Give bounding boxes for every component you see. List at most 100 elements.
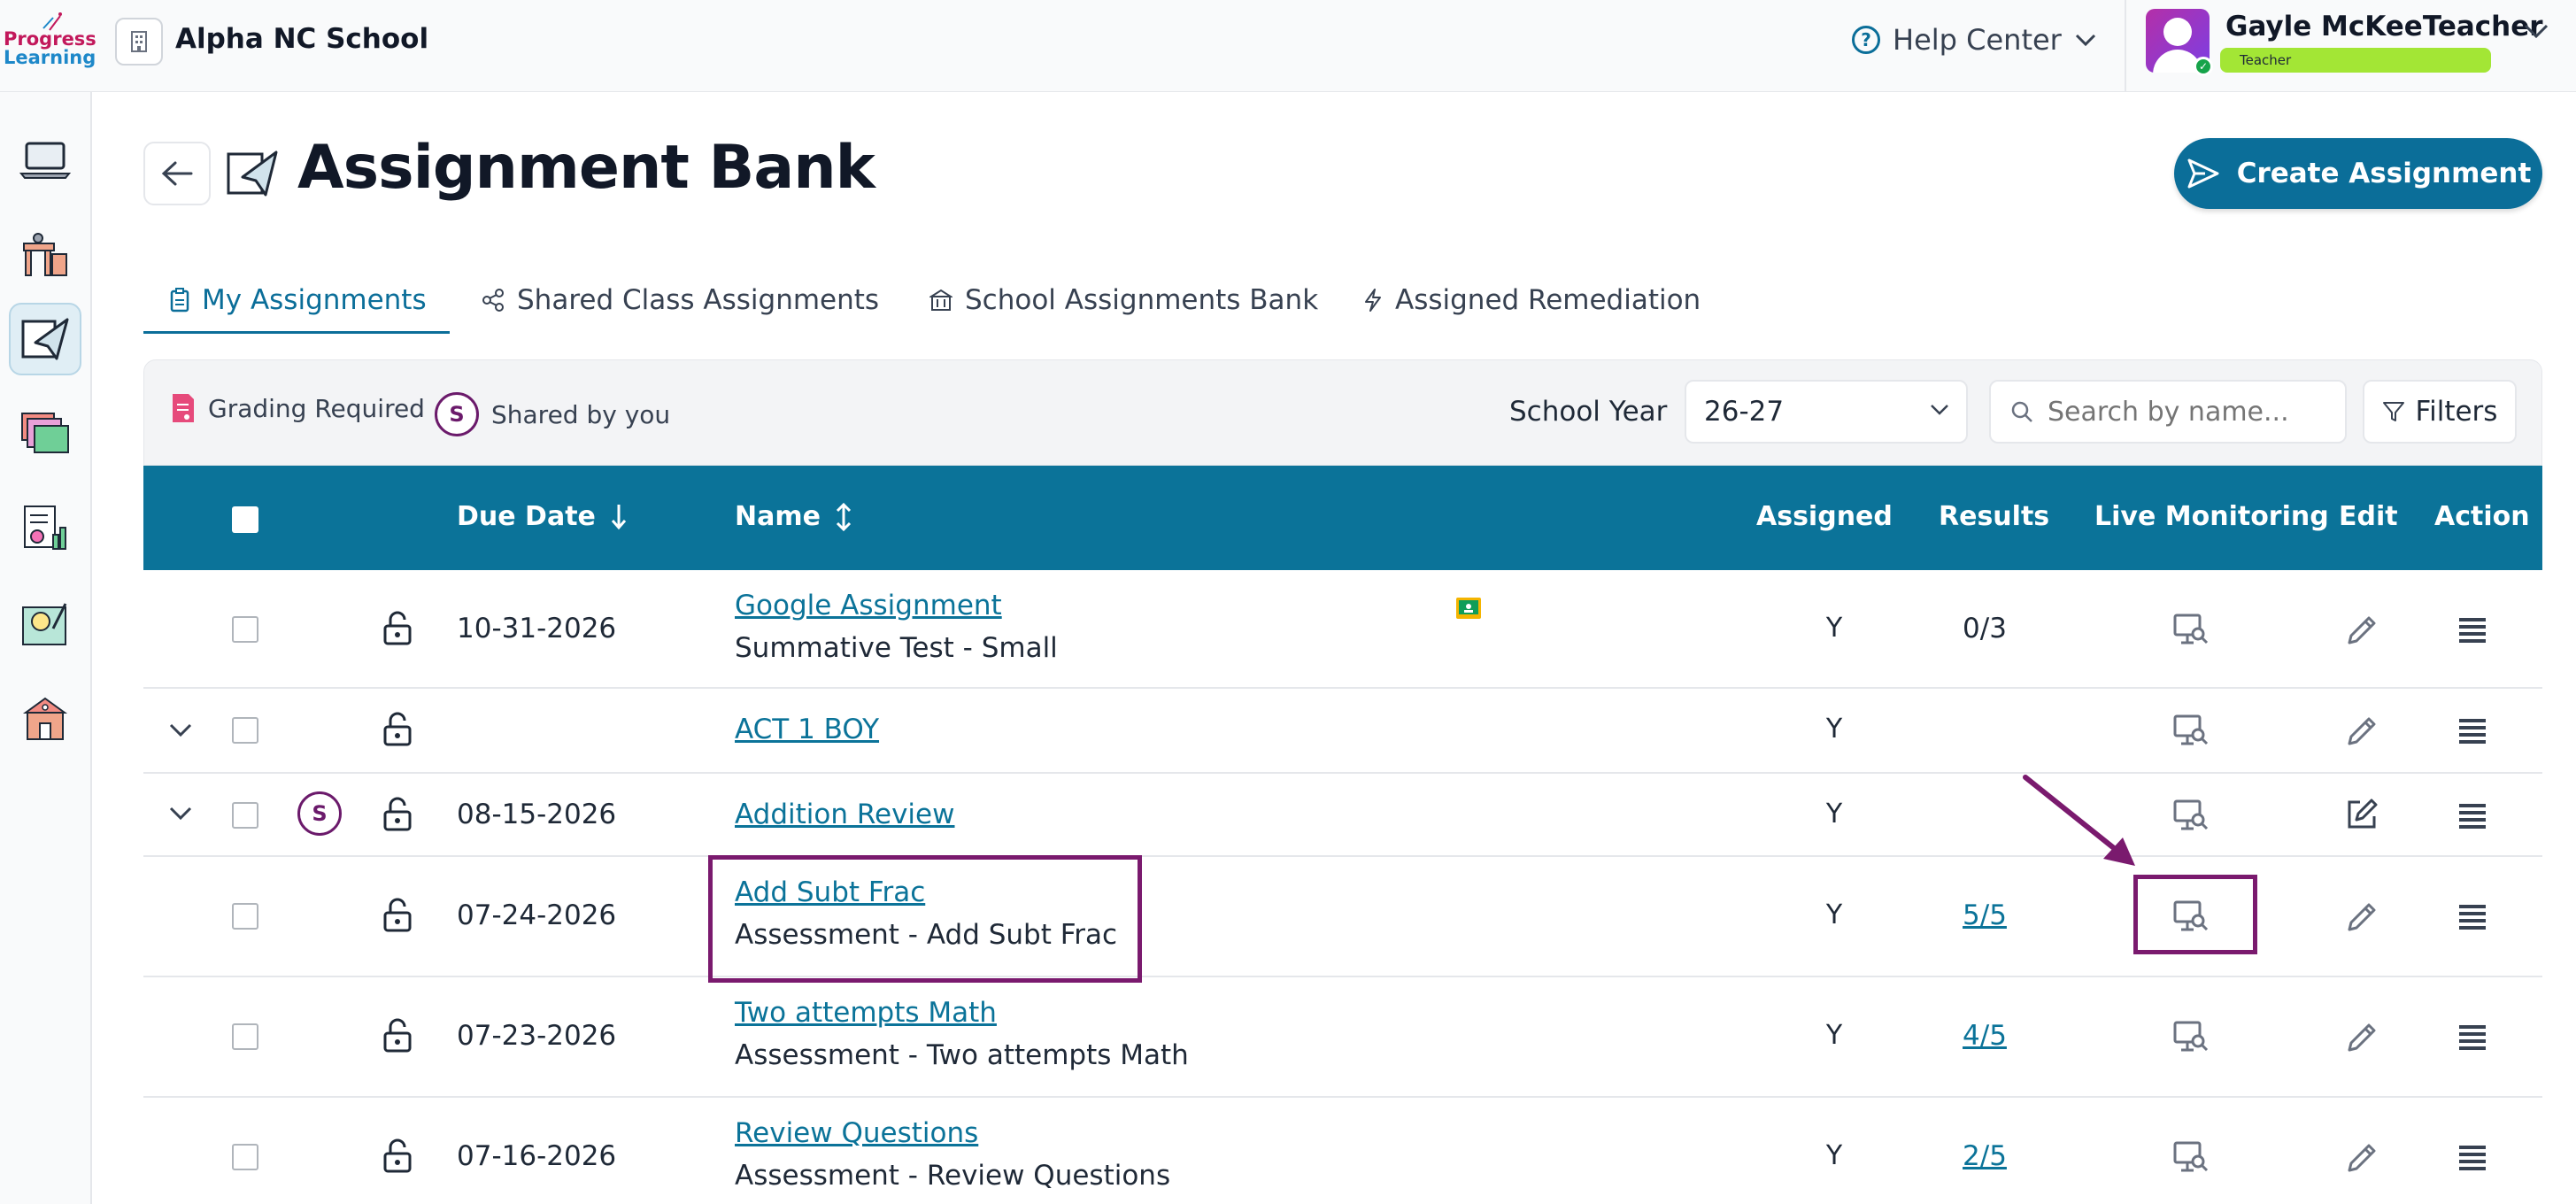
live-monitoring-icon[interactable] (2172, 1140, 2210, 1174)
table-row: 07-23-2026 Two attempts Math Assessment … (143, 977, 2542, 1098)
results-link[interactable]: 5/5 (1932, 899, 2038, 931)
action-column-header: Action (2434, 501, 2530, 532)
unlock-icon[interactable] (382, 1138, 413, 1174)
action-menu-icon[interactable] (2457, 901, 2487, 931)
edit-square-icon[interactable] (2344, 797, 2379, 832)
grading-required-label: Grading Required (208, 393, 425, 423)
tab-label: Assigned Remediation (1395, 284, 1701, 316)
unlock-icon[interactable] (382, 611, 413, 646)
assignment-name-link[interactable]: Review Questions (735, 1117, 978, 1149)
pencil-icon[interactable] (2344, 714, 2379, 749)
tab-school-assignments-bank[interactable]: School Assignments Bank (929, 266, 1318, 335)
action-menu-icon[interactable] (2457, 1142, 2487, 1172)
row-checkbox[interactable] (232, 802, 258, 829)
sidebar (0, 92, 92, 1204)
create-assignment-button[interactable]: Create Assignment (2174, 138, 2542, 209)
assignment-name-link[interactable]: ACT 1 BOY (735, 714, 879, 745)
divider (2125, 0, 2126, 92)
row-checkbox[interactable] (232, 616, 258, 643)
chevron-down-icon[interactable] (168, 806, 193, 822)
pencil-icon[interactable] (2344, 613, 2379, 648)
assigned-value: Y (1825, 899, 1843, 930)
due-date-column-header[interactable]: Due Date (457, 501, 628, 532)
unlock-icon[interactable] (382, 712, 413, 747)
school-building-icon[interactable] (115, 18, 163, 66)
assignment-name-link[interactable]: Two attempts Math (735, 997, 997, 1029)
tab-label: Shared Class Assignments (517, 284, 880, 316)
reports-chart-icon[interactable] (9, 492, 81, 565)
row-checkbox[interactable] (232, 1144, 258, 1170)
role-badge: Teacher (2220, 48, 2491, 73)
assigned-value: Y (1825, 1020, 1843, 1051)
live-monitoring-highlight-box (2133, 875, 2257, 954)
assignment-subtitle: Assessment - Two attempts Math (735, 1039, 1189, 1071)
funnel-icon (2382, 402, 2404, 421)
assignment-name-link[interactable]: Addition Review (735, 799, 954, 830)
tab-assigned-remediation[interactable]: Assigned Remediation (1363, 266, 1701, 335)
action-menu-icon[interactable] (2457, 1022, 2487, 1052)
clipboard-icon (170, 288, 189, 313)
school-year-select[interactable]: 26-27 (1685, 380, 1968, 444)
arrow-left-icon (161, 161, 193, 186)
user-menu-chevron-icon[interactable] (2523, 23, 2549, 39)
lesson-ideas-icon[interactable] (9, 588, 81, 660)
user-name[interactable]: Gayle McKeeTeacher (2225, 11, 2543, 42)
lightning-icon (1365, 289, 1381, 312)
laptop-icon[interactable] (9, 124, 81, 197)
row-checkbox[interactable] (232, 903, 258, 930)
assignments-paper-plane-icon[interactable] (9, 303, 81, 375)
assigned-value: Y (1825, 1140, 1843, 1171)
pencil-icon[interactable] (2344, 1140, 2379, 1176)
row-checkbox[interactable] (232, 717, 258, 744)
shared-badge: S (435, 392, 479, 436)
pencil-icon[interactable] (2344, 899, 2379, 935)
school-name[interactable]: Alpha NC School (175, 23, 428, 55)
help-circle-icon: ? (1852, 26, 1880, 54)
action-menu-icon[interactable] (2457, 715, 2487, 745)
live-monitoring-icon[interactable] (2172, 1020, 2210, 1054)
search-field[interactable] (1989, 380, 2347, 444)
unlock-icon[interactable] (382, 1018, 413, 1054)
name-highlight-box (708, 855, 1142, 983)
assignment-name-link[interactable]: Google Assignment (735, 590, 1002, 621)
search-input[interactable] (2048, 396, 2331, 428)
classroom-desk-icon[interactable] (9, 220, 81, 292)
unlock-icon[interactable] (382, 898, 413, 933)
results-link[interactable]: 2/5 (1932, 1140, 2038, 1172)
name-column-header[interactable]: Name (735, 501, 852, 532)
action-menu-icon[interactable] (2457, 614, 2487, 644)
shared-by-you-label: Shared by you (491, 399, 671, 429)
chevron-down-icon[interactable] (168, 722, 193, 738)
help-center-label: Help Center (1893, 23, 2062, 57)
grading-document-icon (173, 394, 194, 422)
select-all-checkbox[interactable] (232, 506, 258, 533)
row-checkbox[interactable] (232, 1023, 258, 1050)
folders-icon[interactable] (9, 397, 81, 469)
assignment-subtitle: Assessment - Review Questions (735, 1160, 1171, 1192)
unlock-icon[interactable] (382, 797, 413, 832)
back-button[interactable] (143, 142, 211, 205)
chevron-down-icon (1931, 405, 1948, 415)
results-link[interactable]: 4/5 (1932, 1020, 2038, 1052)
progress-learning-logo[interactable]: Progress Learning (4, 11, 96, 78)
tab-my-assignments[interactable]: My Assignments (170, 266, 427, 335)
school-year-label: School Year (1509, 396, 1668, 428)
top-bar: Progress Learning Alpha NC School ? Help… (0, 0, 2576, 92)
due-date: 07-24-2026 (457, 899, 617, 931)
live-monitoring-icon[interactable] (2172, 714, 2210, 747)
logo-spark-icon (42, 12, 62, 31)
paper-plane-page-icon (227, 150, 278, 197)
online-check-icon: ✓ (2194, 57, 2213, 76)
live-monitoring-icon[interactable] (2172, 799, 2210, 832)
tab-label: School Assignments Bank (965, 284, 1319, 316)
filters-button[interactable]: Filters (2363, 380, 2517, 444)
live-monitoring-icon[interactable] (2172, 613, 2210, 646)
pencil-icon[interactable] (2344, 1020, 2379, 1055)
filter-bar: Grading Required S Shared by you School … (143, 359, 2542, 466)
assigned-value: Y (1825, 799, 1843, 830)
school-house-icon[interactable] (9, 683, 81, 756)
action-menu-icon[interactable] (2457, 800, 2487, 830)
tab-shared-class-assignments[interactable]: Shared Class Assignments (482, 266, 879, 335)
due-date-header-label: Due Date (457, 501, 596, 532)
help-center-menu[interactable]: ? Help Center (1852, 23, 2097, 57)
